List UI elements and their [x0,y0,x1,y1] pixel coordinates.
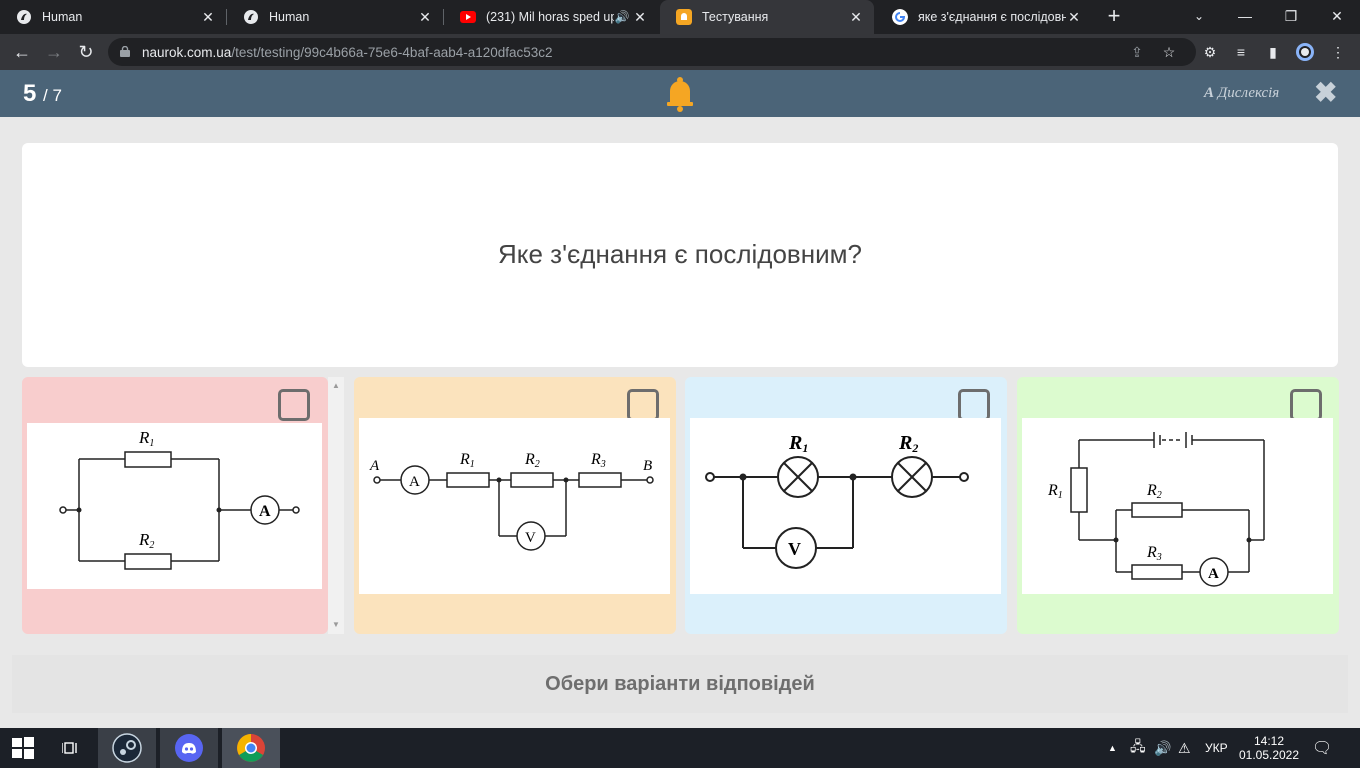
browser-toolbar: ← → ↻ naurok.com.ua/test/testing/99c4b66… [0,34,1360,70]
circuit-diagram: R1 R2 A [27,423,322,589]
discord-icon[interactable] [160,728,218,768]
bird-icon [17,10,31,24]
circuit-diagram: R1 R2 V [690,418,1001,594]
browser-tab-2[interactable]: Human ✕ [227,0,443,34]
answer-footer: Обери варіанти відповідей [12,655,1348,713]
volume-icon[interactable]: 🔊 [1154,728,1171,768]
circuit-diagram: A B A R1 R2 R3 V [359,418,670,594]
label-ammeter: A [259,503,271,520]
language-indicator[interactable]: УКР [1205,728,1228,768]
menu-icon[interactable]: ⋮ [1328,42,1348,62]
label-voltmeter: V [788,539,801,559]
url-text: naurok.com.ua/test/testing/99c4b66a-75e6… [142,45,553,60]
answer-checkbox[interactable] [1290,389,1322,421]
steam-icon[interactable] [98,728,156,768]
lock-icon [120,46,130,57]
restore-button[interactable]: ❐ [1268,0,1314,34]
answer-option-2[interactable]: A B A R1 R2 R3 V [354,377,676,634]
label-r1: R1 [788,432,808,455]
close-tab-icon[interactable]: ✕ [200,9,216,26]
bookmark-star-icon[interactable]: ☆ [1160,43,1178,61]
close-tab-icon[interactable]: ✕ [1066,9,1082,26]
choose-answers-hint: Обери варіанти відповідей [545,673,815,695]
answer-checkbox[interactable] [958,389,990,421]
scroll-down-icon[interactable]: ▼ [328,618,344,632]
tab-search-icon[interactable]: ⌄ [1176,0,1222,34]
browser-tab-5[interactable]: яке з'єднання є послідовни ✕ [876,0,1092,34]
close-tab-icon[interactable]: ✕ [848,9,864,26]
side-panel-icon[interactable]: ▮ [1263,42,1283,62]
media-control-icon[interactable]: ≡ [1231,42,1251,62]
label-point-a: A [369,458,380,474]
new-tab-button[interactable]: + [1102,4,1126,28]
label-r1: R1 [459,451,475,470]
label-r1: R1 [138,428,154,449]
network-icon[interactable]: 🖧 [1130,728,1146,768]
action-center-icon[interactable]: 🗨 [1312,728,1332,768]
label-ammeter: A [1208,566,1219,582]
answer-option-1[interactable]: R1 R2 A [22,377,328,634]
scroll-up-icon[interactable]: ▲ [328,379,344,393]
label-voltmeter: V [525,530,536,546]
label-r2: R2 [138,530,154,551]
close-window-button[interactable]: ✕ [1314,0,1360,34]
google-icon [892,9,908,25]
scrollbar[interactable]: ▲ ▼ [328,377,344,634]
forward-icon[interactable]: → [42,40,66,64]
answer-checkbox[interactable] [278,389,310,421]
close-tab-icon[interactable]: ✕ [632,9,648,26]
close-tab-icon[interactable]: ✕ [417,9,433,26]
label-point-b: B [643,458,652,474]
label-r3: R3 [590,451,606,470]
reload-icon[interactable]: ↻ [74,40,98,64]
dyslexia-toggle[interactable]: A Дислексія [1204,85,1279,102]
chrome-icon[interactable] [222,728,280,768]
circuit-diagram: R1 R2 R3 A [1022,418,1333,594]
label-r2: R2 [524,451,540,470]
tab-title: Human [269,10,310,24]
minimize-button[interactable]: — [1222,0,1268,34]
label-r3: R3 [1146,544,1162,563]
test-header: 5 / 7 A Дислексія ✖ [0,70,1360,117]
browser-tab-1[interactable]: Human ✕ [0,0,226,34]
speaker-icon[interactable]: 🔊 [614,10,630,24]
answer-option-4[interactable]: R1 R2 R3 A [1017,377,1339,634]
label-r1: R1 [1047,482,1063,501]
question-counter: 5 / 7 [23,80,62,107]
question-card: Яке з'єднання є послідовним? [22,143,1338,367]
show-hidden-icons[interactable]: ▲ [1108,728,1117,768]
share-icon[interactable]: ⇪ [1128,43,1146,61]
answer-option-3[interactable]: R1 R2 V [685,377,1007,634]
tab-title: Human [42,10,83,24]
address-bar[interactable]: naurok.com.ua/test/testing/99c4b66a-75e6… [108,38,1196,66]
profile-avatar[interactable] [1295,42,1315,62]
bell-icon[interactable] [664,76,696,112]
label-ammeter: A [409,474,420,490]
label-r2: R2 [898,432,918,455]
font-icon: A [1204,85,1215,101]
tab-strip: Human ✕ Human ✕ (231) Mil horas sped up … [0,0,1360,34]
naurok-icon [676,9,692,25]
tab-title: Тестування [702,10,769,24]
windows-start-icon[interactable] [0,728,46,768]
tab-title: яке з'єднання є послідовни [918,10,1066,24]
extensions-icon[interactable]: ⚙ [1200,42,1220,62]
question-text: Яке з'єднання є послідовним? [498,239,862,269]
label-r2: R2 [1146,482,1162,501]
bird-icon [244,10,258,24]
browser-tab-3[interactable]: (231) Mil horas sped up 🔊 ✕ [444,0,658,34]
clock[interactable]: 14:12 01.05.2022 [1239,728,1299,768]
task-view-icon[interactable] [46,728,96,768]
back-icon[interactable]: ← [10,40,34,64]
notification-app-icon[interactable]: ⚠ [1178,728,1191,768]
close-test-icon[interactable]: ✖ [1314,79,1337,107]
answer-checkbox[interactable] [627,389,659,421]
tab-title: (231) Mil horas sped up [486,10,614,24]
windows-taskbar: ▲ 🖧 🔊 ⚠ УКР 14:12 01.05.2022 🗨 [0,728,1360,768]
youtube-icon [460,11,476,23]
browser-tab-4[interactable]: Тестування ✕ [660,0,874,34]
